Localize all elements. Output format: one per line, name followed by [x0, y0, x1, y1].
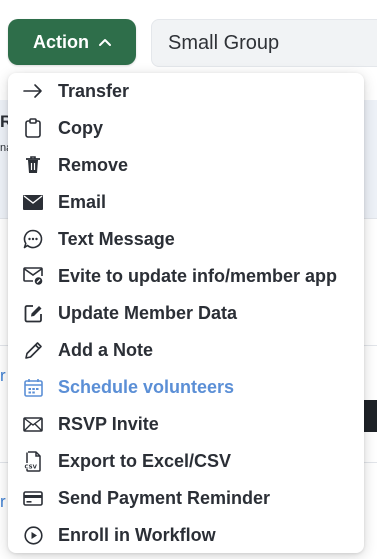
- envelope-icon: [22, 191, 44, 213]
- menu-item-label: Schedule volunteers: [58, 376, 235, 397]
- menu-item-label: Update Member Data: [58, 302, 238, 323]
- menu-item-label: RSVP Invite: [58, 413, 159, 434]
- action-button[interactable]: Action: [8, 19, 136, 65]
- credit-card-icon: [22, 487, 44, 509]
- menu-item-label: Transfer: [58, 80, 130, 101]
- menu-item-update-member-data[interactable]: Update Member Data: [8, 295, 364, 331]
- trash-icon: [22, 154, 44, 176]
- menu-item-send-payment-reminder[interactable]: Send Payment Reminder: [8, 480, 364, 516]
- menu-item-email[interactable]: Email: [8, 184, 364, 220]
- menu-item-copy[interactable]: Copy: [8, 110, 364, 146]
- play-circle-icon: [22, 524, 44, 546]
- edit-square-icon: [22, 302, 44, 324]
- menu-item-label: Copy: [58, 117, 103, 138]
- arrow-right-icon: [22, 80, 44, 102]
- group-select-value: Small Group: [168, 31, 280, 54]
- menu-item-schedule-volunteers[interactable]: Schedule volunteers: [8, 369, 364, 405]
- menu-item-label: Email: [58, 191, 107, 212]
- envelope-outline-icon: [22, 413, 44, 435]
- group-select-field[interactable]: Small Group: [151, 19, 377, 67]
- menu-item-add-note[interactable]: Add a Note: [8, 332, 364, 368]
- pencil-icon: [22, 339, 44, 361]
- action-button-label: Action: [33, 31, 89, 52]
- envelope-edit-icon: [22, 265, 44, 287]
- chat-bubble-icon: [22, 228, 44, 250]
- svg-text:CSV: CSV: [25, 464, 38, 470]
- clipboard-icon: [22, 117, 44, 139]
- menu-item-label: Add a Note: [58, 339, 154, 360]
- menu-item-export-csv[interactable]: CSV Export to Excel/CSV: [8, 443, 364, 479]
- action-menu: Transfer Copy Remove Email Text Message: [8, 73, 364, 553]
- menu-item-enroll-workflow[interactable]: Enroll in Workflow: [8, 517, 364, 553]
- calendar-icon: [22, 376, 44, 398]
- chevron-up-icon: [99, 38, 111, 46]
- menu-item-label: Evite to update info/member app: [58, 265, 338, 286]
- menu-item-remove[interactable]: Remove: [8, 147, 364, 183]
- page: R na r r Action Small Group Transfer Cop…: [0, 0, 377, 559]
- menu-item-label: Send Payment Reminder: [58, 487, 271, 508]
- csv-file-icon: CSV: [22, 450, 44, 472]
- menu-item-evite[interactable]: Evite to update info/member app: [8, 258, 364, 294]
- menu-item-text-message[interactable]: Text Message: [8, 221, 364, 257]
- menu-item-transfer[interactable]: Transfer: [8, 73, 364, 109]
- menu-item-label: Enroll in Workflow: [58, 524, 216, 545]
- menu-item-label: Text Message: [58, 228, 175, 249]
- menu-item-label: Remove: [58, 154, 129, 175]
- menu-item-rsvp-invite[interactable]: RSVP Invite: [8, 406, 364, 442]
- background-dark-block: [363, 400, 377, 432]
- menu-item-label: Export to Excel/CSV: [58, 450, 232, 471]
